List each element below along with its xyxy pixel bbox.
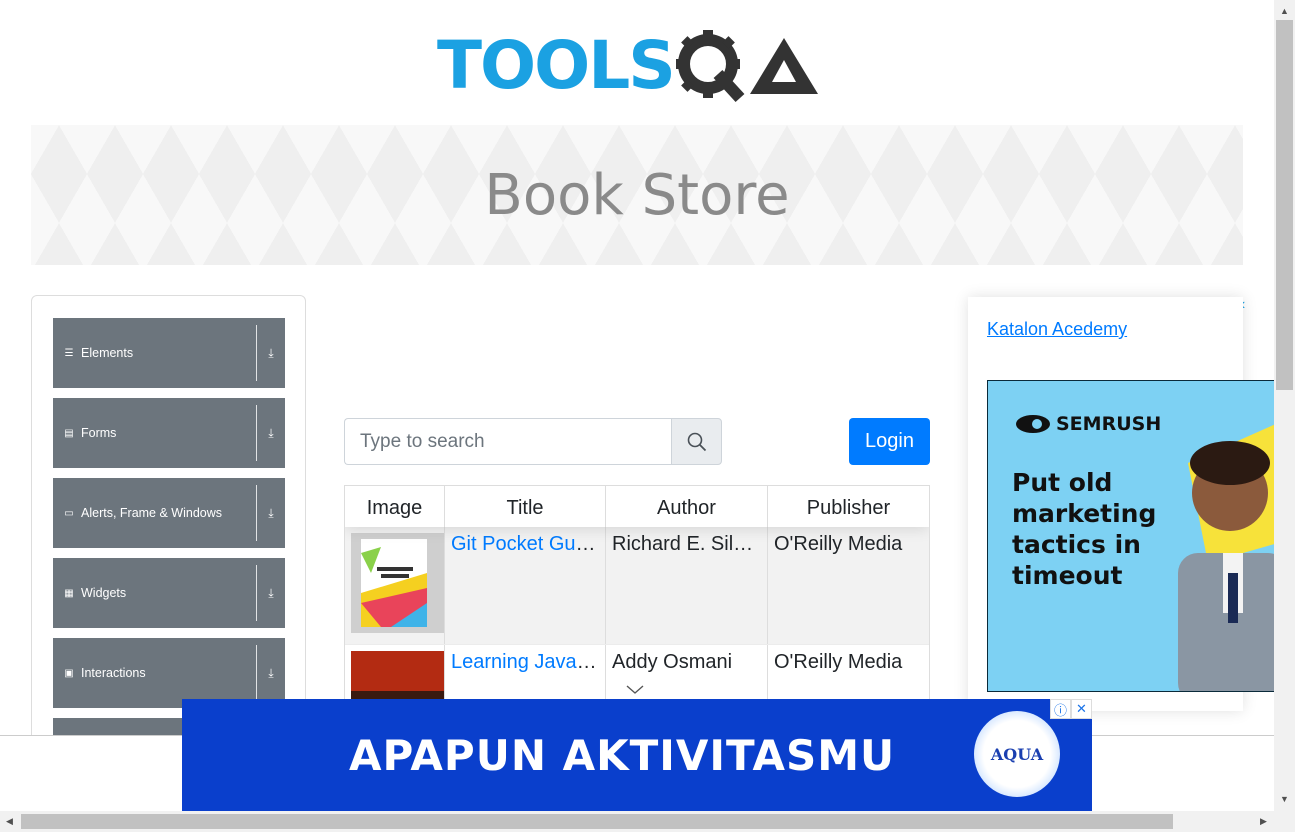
divider [256,325,257,381]
column-header[interactable]: Author [606,486,768,527]
divider [256,485,257,541]
ad-message: Put old marketing tactics in timeout [1012,468,1157,590]
ad-link[interactable]: Katalon Acedemy [987,319,1127,340]
scroll-down-arrow-icon[interactable]: ▼ [1280,794,1289,804]
close-icon[interactable]: ✕ [1071,699,1092,719]
scroll-up-arrow-icon[interactable]: ▲ [1280,6,1289,16]
interactions-icon: ▣ [64,667,74,679]
page-banner: Book Store [31,125,1243,265]
expand-arrow-icon: ⤓ [268,345,274,360]
scroll-right-arrow-icon[interactable]: ▶ [1260,816,1267,827]
cell-image [345,527,445,644]
search-button[interactable] [671,418,722,465]
ad-headline: APAPUN AKTIVITASMU [349,731,896,780]
aqua-logo-text: AQUA [990,744,1044,764]
column-header[interactable]: Title [445,486,606,527]
page-title: Book Store [484,162,790,228]
search-box [344,418,722,465]
sidebar-group-label: Forms [81,426,117,440]
sidebar-group-alerts[interactable]: ▭ Alerts, Frame & Windows ⤓ [53,478,285,548]
expand-arrow-icon: ⤓ [268,505,274,520]
sidebar-group-label: Elements [81,346,134,360]
ad-person-image [1178,423,1276,691]
cell-author: Richard E. Silverman [606,527,768,644]
book-title-link[interactable]: Learning JavaScript Design Patterns [451,651,605,673]
expand-arrow-icon: ⤓ [268,585,274,600]
widgets-icon: ▦ [64,587,74,599]
semrush-logo-icon [1016,415,1050,433]
ad-info-icon[interactable]: ⓘ [1050,699,1071,719]
book-cover-image [351,533,444,633]
login-button[interactable]: Login [849,418,930,465]
sidebar-group-forms[interactable]: ▤ Forms ⤓ [53,398,285,468]
sidebar-group-interactions[interactable]: ▣ Interactions ⤓ [53,638,285,708]
cell-title: Git Pocket Guide [445,527,606,644]
table-row: Git Pocket Guide Richard E. Silverman O'… [345,527,929,645]
column-header[interactable]: Publisher [768,486,929,527]
horizontal-scrollbar-thumb[interactable] [21,814,1173,829]
bottom-ad[interactable]: APAPUN AKTIVITASMU AQUA [182,699,1092,811]
sidebar: ☰ Elements ⤓ ▤ Forms ⤓ ▭ Alerts, Frame &… [31,295,306,755]
gear-icon [675,30,745,103]
aqua-logo: AQUA [974,711,1060,797]
search-icon [687,432,706,451]
divider [256,405,257,461]
ad-brand-text: SEMRUSH [1056,413,1162,435]
sidebar-group-elements[interactable]: ☰ Elements ⤓ [53,318,285,388]
expand-arrow-icon: ⤓ [268,425,274,440]
table-header: Image Title Author Publisher [345,486,929,527]
ad-controls: ⓘ ✕ [1050,699,1092,719]
chevron-down-icon [626,682,644,694]
list-icon: ☰ [64,347,74,359]
sidebar-group-label: Interactions [81,666,146,680]
scroll-left-arrow-icon[interactable]: ◀ [6,816,13,827]
divider [256,565,257,621]
logo-tools-text: TOOLS [437,27,676,104]
search-input[interactable] [344,418,671,465]
expand-arrow-icon: ⤓ [268,665,274,680]
site-logo[interactable]: TOOLS [437,18,841,114]
books-table: Image Title Author Publisher Git Pocket … [344,485,930,735]
vertical-scrollbar-thumb[interactable] [1276,20,1293,390]
form-icon: ▤ [64,427,74,439]
book-title-link[interactable]: Git Pocket Guide [451,533,602,555]
ad-brand: SEMRUSH [1014,413,1161,435]
sidebar-group-label: Alerts, Frame & Windows [81,506,223,520]
sidebar-group-widgets[interactable]: ▦ Widgets ⤓ [53,558,285,628]
semrush-ad[interactable]: SEMRUSH Put old marketing tactics in tim… [987,380,1277,692]
logo-a-icon [749,38,818,94]
divider [256,645,257,701]
right-ad: Katalon Acedemy SEMRUSH Put old marketin… [968,297,1277,711]
window-icon: ▭ [64,507,74,519]
sidebar-group-label: Widgets [81,586,127,600]
column-header[interactable]: Image [345,486,445,527]
cell-publisher: O'Reilly Media [774,533,903,555]
